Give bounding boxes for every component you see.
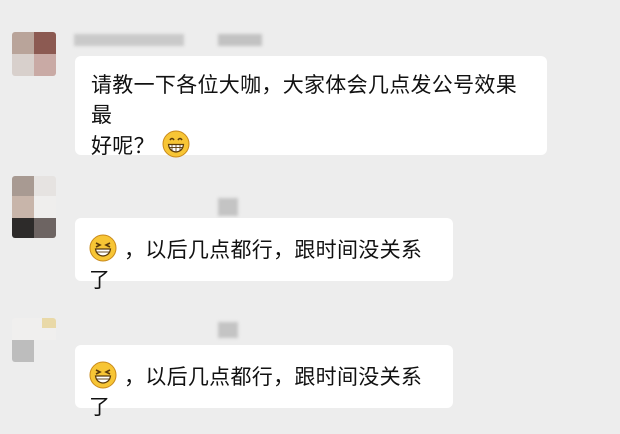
message-bubble[interactable]: 请教一下各位大咖，大家体会几点发公号效果最 好呢？ — [75, 56, 547, 158]
avatar[interactable] — [12, 32, 56, 76]
message-text: 请教一下各位大咖，大家体会几点发公号效果最 — [91, 73, 517, 127]
message-text: ，以后几点都行，跟时间没关系了 — [89, 238, 423, 292]
avatar[interactable] — [12, 318, 56, 362]
message-bubble[interactable]: ，以后几点都行，跟时间没关系了 — [75, 218, 453, 292]
squinting-grin-icon — [89, 361, 117, 389]
chat-window: 请教一下各位大咖，大家体会几点发公号效果最 好呢？ ，以后几点都行，跟时间没关系… — [0, 0, 620, 434]
sender-name-blurred — [218, 198, 238, 216]
avatar[interactable] — [12, 176, 56, 238]
message-bubble[interactable]: ，以后几点都行，跟时间没关系了 — [75, 345, 453, 419]
message-text: 好呢？ — [91, 134, 155, 158]
message-text: ，以后几点都行，跟时间没关系了 — [89, 365, 423, 419]
sender-name-blurred — [218, 34, 262, 46]
sender-name-blurred — [218, 322, 238, 338]
sender-name-blurred — [74, 34, 184, 46]
grinning-face-icon — [162, 130, 190, 158]
squinting-grin-icon — [89, 234, 117, 262]
